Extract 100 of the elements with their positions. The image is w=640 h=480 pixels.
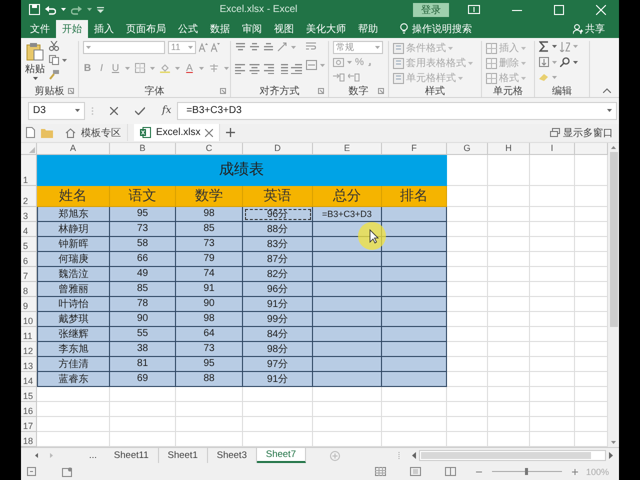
ribbon-tab[interactable]: 审阅: [236, 20, 268, 38]
row-header[interactable]: 12: [21, 342, 37, 357]
fill-color-icon[interactable]: [160, 63, 170, 74]
close-icon[interactable]: [596, 4, 606, 15]
font-grow-icon[interactable]: [199, 42, 208, 52]
ribbon-tab[interactable]: 插入: [88, 20, 120, 38]
scissors-icon[interactable]: [49, 40, 59, 51]
scrollbar-thumb[interactable]: [610, 152, 618, 327]
zoom-in-icon[interactable]: [572, 468, 578, 475]
scroll-left-icon[interactable]: [35, 453, 38, 458]
document-tab[interactable]: Excel.xlsx: [134, 124, 220, 142]
caret-icon[interactable]: [62, 58, 67, 62]
dialog-launcher-icon[interactable]: [318, 88, 324, 94]
formula-cell[interactable]: =B3+C3+D3: [313, 206, 382, 222]
cancel-icon[interactable]: [110, 106, 118, 115]
ribbon-tab[interactable]: 页面布局: [120, 20, 172, 38]
row-header[interactable]: 15: [21, 386, 37, 402]
align-middle-icon[interactable]: [249, 42, 260, 53]
select-all-button[interactable]: [21, 142, 37, 155]
row-header[interactable]: 1: [21, 154, 37, 186]
customize-icon[interactable]: [97, 6, 104, 13]
row-header[interactable]: 2: [21, 186, 37, 207]
eraser-icon[interactable]: [539, 73, 549, 82]
caret-icon[interactable]: [61, 8, 66, 12]
caret-icon[interactable]: [552, 45, 557, 48]
align-top-icon[interactable]: [235, 42, 246, 53]
page-layout-icon[interactable]: [410, 467, 421, 476]
font-name-field[interactable]: [83, 40, 165, 54]
ribbon-tab[interactable]: 视图: [268, 20, 300, 38]
scroll-left-icon[interactable]: [412, 452, 417, 459]
column-header[interactable]: F: [382, 142, 447, 155]
caret-icon[interactable]: [607, 109, 612, 112]
insert-function-button[interactable]: fx: [162, 105, 172, 116]
dialog-launcher-icon[interactable]: [220, 88, 226, 94]
sum-icon[interactable]: [539, 41, 549, 52]
align-right-icon[interactable]: [263, 62, 274, 74]
maximize-icon[interactable]: [554, 4, 564, 15]
undo-icon[interactable]: [45, 4, 56, 15]
row-header[interactable]: 11: [21, 326, 37, 342]
multi-window-button[interactable]: 显示多窗口: [550, 126, 613, 140]
row-header[interactable]: 14: [21, 372, 37, 387]
dialog-launcher-icon[interactable]: [378, 88, 384, 94]
row-header[interactable]: 13: [21, 356, 37, 372]
name-box[interactable]: D3: [28, 102, 85, 120]
add-tab-icon[interactable]: [226, 128, 236, 138]
column-header[interactable]: [575, 142, 608, 155]
font-shrink-icon[interactable]: [211, 42, 220, 52]
merge-cells-icon[interactable]: [306, 60, 317, 70]
share-button[interactable]: 共享: [573, 20, 605, 38]
folder-icon[interactable]: [41, 128, 53, 138]
row-header[interactable]: 9: [21, 296, 37, 312]
close-tab-icon[interactable]: [205, 128, 214, 137]
row-header[interactable]: 4: [21, 222, 37, 237]
scroll-right-icon[interactable]: [608, 452, 613, 459]
ribbon-tab[interactable]: 帮助: [352, 20, 384, 38]
sheet-tab[interactable]: Sheet7: [256, 448, 306, 464]
column-header[interactable]: H: [488, 142, 530, 155]
caret-icon[interactable]: [87, 8, 92, 12]
orientation-icon[interactable]: [277, 42, 288, 52]
caret-icon[interactable]: [75, 109, 80, 112]
normal-view-icon[interactable]: [374, 467, 386, 476]
macro-record-icon[interactable]: [62, 466, 72, 477]
scroll-down-icon[interactable]: [611, 440, 616, 444]
currency-icon[interactable]: [333, 58, 344, 67]
align-bottom-icon[interactable]: [263, 42, 274, 53]
increase-indent-icon[interactable]: [291, 62, 302, 74]
more-sheets-button[interactable]: ...: [81, 448, 105, 464]
row-header[interactable]: 10: [21, 312, 37, 327]
redo-icon[interactable]: [71, 4, 82, 15]
column-header[interactable]: C: [176, 142, 243, 155]
decrease-decimal-icon[interactable]: [348, 72, 360, 82]
borders-icon[interactable]: [135, 63, 145, 74]
caret-icon[interactable]: [573, 60, 578, 64]
zoom-slider-thumb[interactable]: [525, 468, 528, 476]
zoom-out-icon[interactable]: [476, 468, 482, 475]
row-header[interactable]: 7: [21, 266, 37, 282]
save-icon[interactable]: [29, 4, 40, 16]
row-header[interactable]: 6: [21, 252, 37, 267]
ribbon-tab[interactable]: 数据: [204, 20, 236, 38]
ribbon-tab[interactable]: 美化大师: [300, 20, 352, 38]
collapse-ribbon-icon[interactable]: [603, 88, 611, 93]
phonetic-icon[interactable]: [209, 63, 219, 74]
column-header[interactable]: A: [37, 142, 110, 155]
row-header[interactable]: 18: [21, 432, 37, 447]
column-header[interactable]: I: [530, 142, 575, 155]
new-file-icon[interactable]: [26, 127, 35, 138]
row-header[interactable]: 16: [21, 402, 37, 417]
row-header[interactable]: 17: [21, 416, 37, 432]
sort-filter-icon[interactable]: [560, 42, 570, 52]
add-sheet-icon[interactable]: [330, 450, 340, 460]
format-painter-icon[interactable]: [49, 70, 59, 80]
scroll-up-icon[interactable]: [611, 146, 616, 149]
align-left-icon[interactable]: [235, 62, 246, 74]
enter-icon[interactable]: [135, 106, 145, 115]
dialog-launcher-icon[interactable]: [68, 88, 74, 94]
document-tab[interactable]: 模板专区: [59, 124, 128, 142]
column-header[interactable]: G: [447, 142, 488, 155]
tell-me-search[interactable]: 操作说明搜索: [412, 22, 472, 36]
row-header[interactable]: 8: [21, 282, 37, 297]
ribbon-tab[interactable]: 开始: [56, 20, 88, 38]
